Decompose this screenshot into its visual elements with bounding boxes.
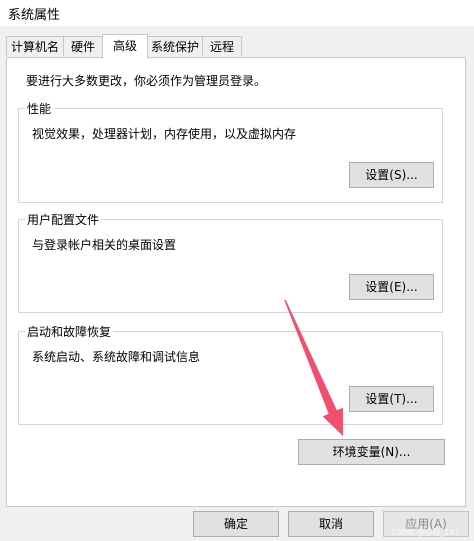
performance-title: 性能 (25, 100, 54, 117)
window-title: 系统属性 (8, 8, 61, 23)
tab-system-protection[interactable]: 系统保护 (147, 36, 203, 56)
user-profiles-title: 用户配置文件 (25, 211, 102, 228)
ok-button[interactable]: 确定 (193, 511, 279, 537)
watermark: CSDN @小白_147 (391, 528, 460, 537)
cancel-button[interactable]: 取消 (288, 511, 374, 537)
startup-recovery-settings-button[interactable]: 设置(T)... (349, 386, 434, 412)
user-profiles-description: 与登录帐户相关的桌面设置 (32, 238, 177, 252)
environment-variables-button[interactable]: 环境变量(N)... (298, 439, 445, 465)
tab-computer-name[interactable]: 计算机名 (6, 36, 64, 56)
title-bar: 系统属性 (0, 0, 474, 26)
tab-hardware[interactable]: 硬件 (63, 36, 103, 56)
startup-recovery-description: 系统启动、系统故障和调试信息 (32, 350, 201, 364)
startup-recovery-title: 启动和故障恢复 (25, 323, 114, 340)
tab-remote[interactable]: 远程 (202, 36, 242, 56)
performance-settings-button[interactable]: 设置(S)... (349, 162, 434, 188)
admin-notice: 要进行大多数更改，你必须作为管理员登录。 (26, 74, 267, 88)
tab-advanced[interactable]: 高级 (102, 34, 148, 59)
user-profiles-settings-button[interactable]: 设置(E)... (349, 274, 434, 300)
performance-description: 视觉效果，处理器计划，内存使用，以及虚拟内存 (32, 127, 297, 141)
performance-group: 性能 视觉效果，处理器计划，内存使用，以及虚拟内存 (18, 100, 443, 203)
